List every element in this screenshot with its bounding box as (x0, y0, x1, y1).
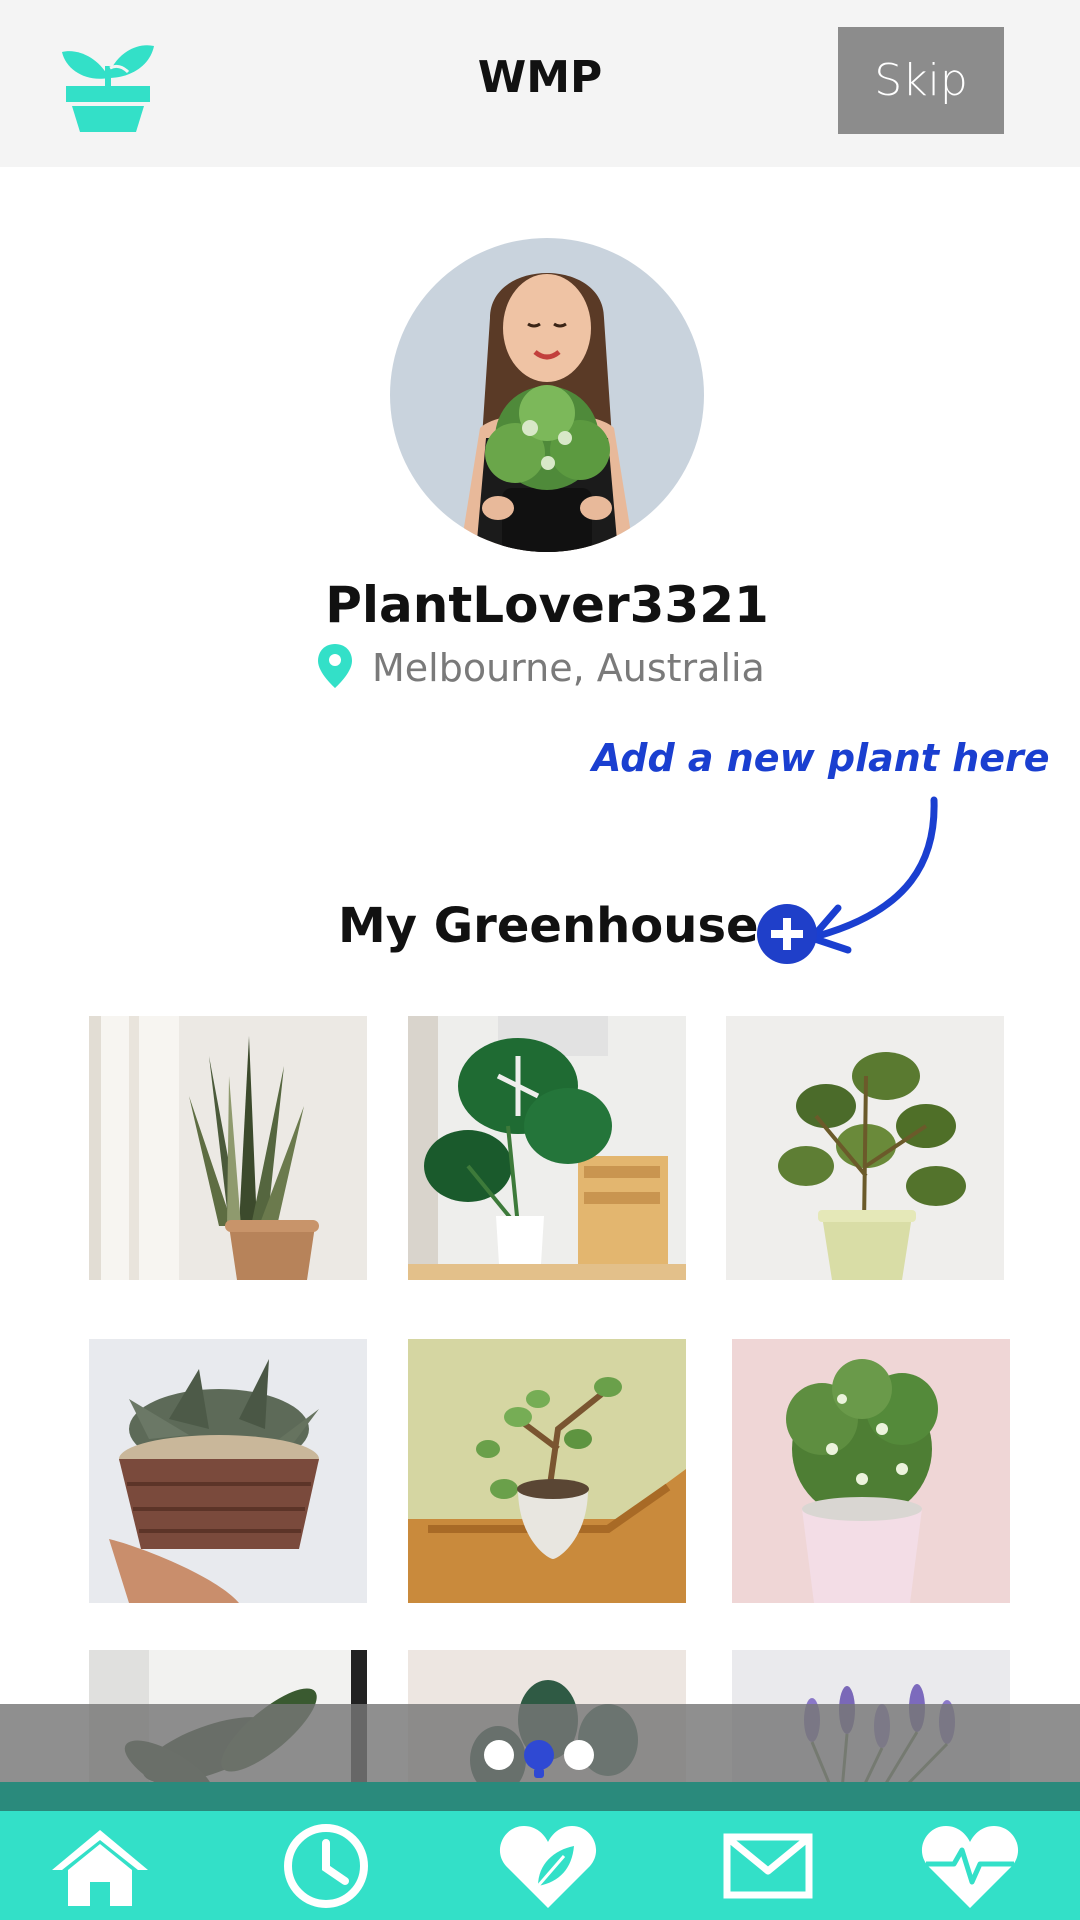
add-plant-hint: Add a new plant here (592, 736, 1050, 780)
curved-arrow-icon (808, 796, 938, 954)
page-dot-active (524, 1740, 554, 1770)
plant-tile-monstera[interactable] (408, 1016, 686, 1280)
bottom-tab-bar (0, 1811, 1080, 1920)
page-dot-3[interactable] (564, 1740, 594, 1770)
page-indicator (484, 1740, 594, 1778)
tabbar-top-band (0, 1782, 1080, 1812)
plant-tile-peperomia[interactable] (726, 1016, 1004, 1280)
tab-favorites[interactable] (488, 1811, 608, 1920)
plant-tile-kalanchoe[interactable] (89, 1339, 367, 1603)
tab-messages[interactable] (708, 1811, 828, 1920)
add-plant-button[interactable] (757, 904, 817, 964)
tab-home[interactable] (40, 1811, 160, 1920)
avatar[interactable] (390, 238, 704, 552)
home-icon (52, 1829, 148, 1906)
heart-leaf-icon (499, 1825, 597, 1908)
page-dot-2[interactable] (524, 1740, 554, 1778)
username: PlantLover3321 (325, 576, 769, 634)
tab-health[interactable] (910, 1811, 1030, 1920)
page-dot-stem (534, 1768, 544, 1778)
page-dot-1[interactable] (484, 1740, 514, 1770)
mail-icon (723, 1833, 813, 1898)
tab-history[interactable] (266, 1811, 386, 1920)
map-pin-icon (318, 643, 352, 693)
plant-tile-variegated-herb[interactable] (732, 1339, 1010, 1603)
plant-tile-jade-plant[interactable] (408, 1339, 686, 1603)
plant-tile-snake-plant[interactable] (89, 1016, 367, 1280)
plus-circle-icon (771, 918, 803, 950)
skip-button[interactable]: Skip (838, 27, 1004, 134)
clock-icon (284, 1823, 368, 1908)
location-text: Melbourne, Australia (372, 646, 765, 690)
app-header: WMP Skip (0, 0, 1080, 167)
heartbeat-icon (921, 1825, 1019, 1908)
location: Melbourne, Australia (318, 643, 765, 693)
greenhouse-title: My Greenhouse (338, 898, 759, 954)
